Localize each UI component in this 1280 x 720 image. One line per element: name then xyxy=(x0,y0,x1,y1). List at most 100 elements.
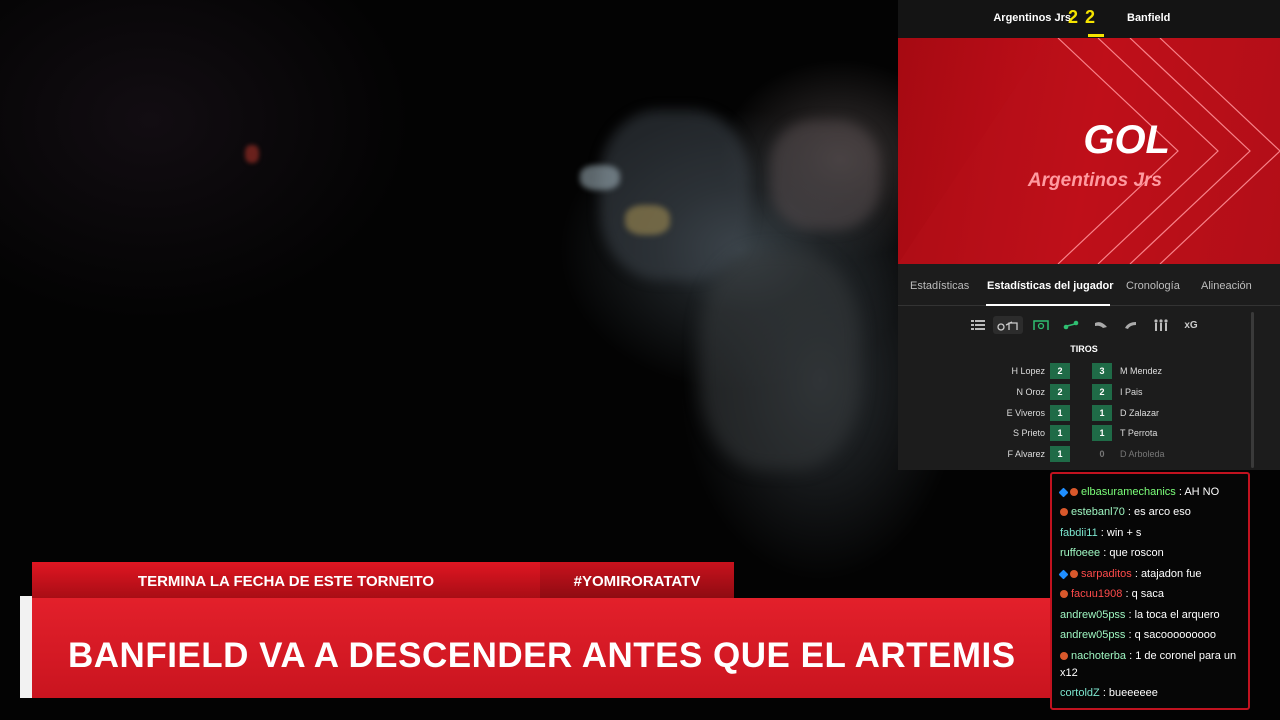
chat-username[interactable]: andrew05pss xyxy=(1060,609,1125,621)
chat-text: : atajadon fue xyxy=(1134,568,1202,580)
active-tab-indicator xyxy=(986,304,1110,306)
chat-text: : q saca xyxy=(1125,588,1164,600)
chat-message: sarpaditos : atajadon fue xyxy=(1058,566,1246,583)
list-icon[interactable] xyxy=(968,316,988,334)
away-player-name[interactable]: M Mendez xyxy=(1120,366,1162,376)
video-light xyxy=(580,165,620,190)
lower-third-accent xyxy=(20,596,32,698)
chat-text: : es arco eso xyxy=(1127,506,1191,518)
sub-badge-icon xyxy=(1060,652,1068,660)
home-player-name[interactable]: E Viveros xyxy=(1007,408,1045,418)
home-player-name[interactable]: H Lopez xyxy=(1011,366,1045,376)
video-light xyxy=(245,145,259,163)
chat-username[interactable]: nachoterba xyxy=(1071,650,1126,662)
ticker-text: TERMINA LA FECHA DE ESTE TORNEITO xyxy=(137,573,435,590)
chat-username[interactable]: andrew05pss xyxy=(1060,629,1125,641)
home-team-name: Argentinos Jrs xyxy=(993,12,1071,24)
away-team-name: Banfield xyxy=(1127,12,1171,24)
goal-banner: GOL Argentinos Jrs xyxy=(898,38,1280,264)
headline-bar: BANFIELD VA A DESCENDER ANTES QUE EL ART… xyxy=(32,598,1050,698)
stats-tabs: Estadísticas Estadísticas del jugador Cr… xyxy=(898,270,1280,306)
chat-message: ruffoeee : que roscon xyxy=(1060,545,1246,562)
score-display: 2 2 xyxy=(1068,7,1096,28)
away-player-name[interactable]: D Arboleda xyxy=(1120,449,1165,459)
score-indicator xyxy=(1088,34,1104,37)
chat-message: nachoterba : 1 de coronel para un x12 xyxy=(1060,648,1246,682)
away-player-value: 1 xyxy=(1092,405,1112,421)
away-score: 2 xyxy=(1085,7,1097,27)
tab-cronologia[interactable]: Cronología xyxy=(1126,280,1180,292)
stats-scrollbar[interactable] xyxy=(1251,312,1254,468)
chat-username[interactable]: sarpaditos xyxy=(1081,568,1132,580)
away-player-name[interactable]: D Zalazar xyxy=(1120,408,1159,418)
home-player-value: 1 xyxy=(1050,425,1070,441)
chat-username[interactable]: ruffoeee xyxy=(1060,547,1100,559)
chat-message: cortoldZ : bueeeeee xyxy=(1060,685,1246,702)
section-title: TIROS xyxy=(1070,344,1098,354)
goal-team: Argentinos Jrs xyxy=(1027,170,1162,191)
home-player-value: 1 xyxy=(1050,446,1070,462)
home-player-name[interactable]: F Alvarez xyxy=(1007,449,1045,459)
table-row: S Prieto 1 1 T Perrota xyxy=(898,424,1280,442)
goal-frame-icon[interactable] xyxy=(1031,316,1051,334)
score-bar: Argentinos Jrs 2 2 Banfield xyxy=(898,0,1280,38)
chat-username[interactable]: cortoldZ xyxy=(1060,687,1100,699)
video-figure xyxy=(700,250,860,470)
sub-badge-icon xyxy=(1070,570,1078,578)
video-light xyxy=(625,205,670,235)
home-player-name[interactable]: S Prieto xyxy=(1013,428,1045,438)
video-figure xyxy=(600,110,750,280)
chat-username[interactable]: elbasuramechanics xyxy=(1081,486,1176,498)
chat-username[interactable]: facuu1908 xyxy=(1071,588,1122,600)
hashtag-bar: #YOMIRORATATV xyxy=(540,562,734,598)
chat-text: : la toca el arquero xyxy=(1128,609,1220,621)
home-player-value: 2 xyxy=(1050,384,1070,400)
away-player-value: 1 xyxy=(1092,425,1112,441)
chat-message: estebanl70 : es arco eso xyxy=(1060,504,1246,521)
table-row: F Alvarez 1 0 D Arboleda xyxy=(898,445,1280,463)
away-player-name[interactable]: I Pais xyxy=(1120,387,1143,397)
chat-message: elbasuramechanics : AH NO xyxy=(1058,484,1246,501)
away-player-value: 2 xyxy=(1092,384,1112,400)
chat-text: : AH NO xyxy=(1178,486,1220,498)
chat-message: fabdii11 : win + s xyxy=(1060,525,1246,542)
prime-badge-icon xyxy=(1058,487,1069,498)
ticker-bar: TERMINA LA FECHA DE ESTE TORNEITO xyxy=(32,562,540,598)
video-figure xyxy=(770,120,880,230)
chat-text: : q sacooooooooo xyxy=(1128,629,1216,641)
tab-estadisticas-jugador[interactable]: Estadísticas del jugador xyxy=(987,280,1114,292)
home-player-name[interactable]: N Oroz xyxy=(1016,387,1045,397)
chat-text: : que roscon xyxy=(1103,547,1164,559)
away-player-name[interactable]: T Perrota xyxy=(1120,428,1157,438)
pass-icon[interactable] xyxy=(1061,316,1081,334)
headline-text: BANFIELD VA A DESCENDER ANTES QUE EL ART… xyxy=(68,636,1016,675)
chat-message: andrew05pss : la toca el arquero xyxy=(1060,607,1246,624)
sub-badge-icon xyxy=(1060,590,1068,598)
table-row: H Lopez 2 3 M Mendez xyxy=(898,362,1280,380)
chat-username[interactable]: fabdii11 xyxy=(1060,527,1098,539)
foul-icon[interactable] xyxy=(1121,316,1141,334)
sub-badge-icon xyxy=(1060,508,1068,516)
stat-category-icons: xG xyxy=(898,312,1280,338)
shot-icon[interactable] xyxy=(993,316,1023,334)
sub-badge-icon xyxy=(1070,488,1078,496)
home-score: 2 xyxy=(1068,7,1080,27)
chat-username[interactable]: estebanl70 xyxy=(1071,506,1125,518)
match-panel: Argentinos Jrs 2 2 Banfield GOL Argentin… xyxy=(898,0,1280,470)
tab-estadisticas[interactable]: Estadísticas xyxy=(910,280,969,292)
chat-text: : win + s xyxy=(1100,527,1142,539)
prime-badge-icon xyxy=(1058,569,1069,580)
chat-text: : bueeeeee xyxy=(1102,687,1158,699)
hashtag-text: #YOMIRORATATV xyxy=(573,573,701,590)
chat-message: andrew05pss : q sacooooooooo xyxy=(1060,627,1246,644)
home-player-value: 1 xyxy=(1050,405,1070,421)
table-row: E Viveros 1 1 D Zalazar xyxy=(898,404,1280,422)
chat-message: facuu1908 : q saca xyxy=(1060,586,1246,603)
tackle-icon[interactable] xyxy=(1091,316,1111,334)
lineup-icon[interactable] xyxy=(1151,316,1171,334)
chat-box: elbasuramechanics : AH NO estebanl70 : e… xyxy=(1050,472,1250,710)
xg-tab[interactable]: xG xyxy=(1181,316,1201,334)
goal-title: GOL xyxy=(1083,118,1170,162)
tab-alineacion[interactable]: Alineación xyxy=(1201,280,1252,292)
away-player-value: 0 xyxy=(1099,449,1105,459)
